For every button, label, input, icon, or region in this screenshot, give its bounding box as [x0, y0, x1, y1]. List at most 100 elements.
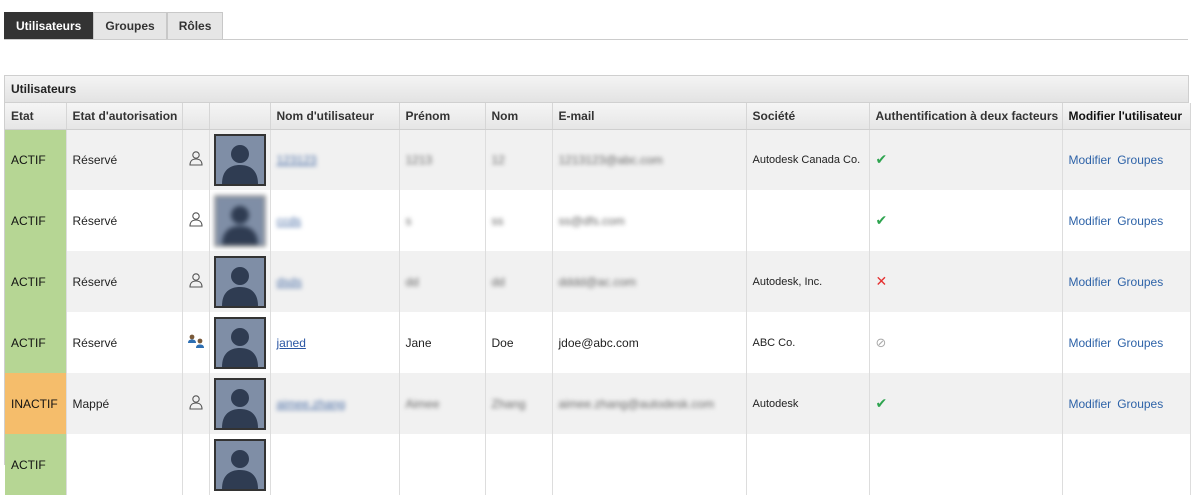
- users-panel: Utilisateurs Etat Etat d'autorisation No…: [4, 75, 1191, 495]
- avatar-cell: [209, 434, 271, 495]
- first-name-cell: 1213: [399, 129, 486, 190]
- email-cell: aimee.zhang@autodesk.com: [552, 373, 747, 434]
- avatar-cell: [209, 312, 271, 373]
- modify-link[interactable]: Modifier: [1069, 397, 1112, 411]
- auth-state-cell: Réservé: [66, 129, 183, 190]
- col-auth-state[interactable]: Etat d'autorisation: [66, 103, 183, 130]
- two-factor-cell: ✔: [869, 373, 1063, 434]
- groups-link[interactable]: Groupes: [1117, 214, 1163, 228]
- username-cell: janed: [270, 312, 400, 373]
- user-type-cell: [182, 190, 210, 251]
- company-cell: Autodesk: [746, 373, 870, 434]
- first-name-cell: dd: [399, 251, 486, 312]
- last-name-cell: Doe: [485, 312, 553, 373]
- user-type-cell: [182, 129, 210, 190]
- username-link[interactable]: 123123: [277, 153, 317, 167]
- table-row: ACTIF: [5, 434, 1191, 495]
- avatar: [213, 255, 266, 308]
- username-cell: aimee.zhang: [270, 373, 400, 434]
- status-cell: ACTIF: [5, 129, 67, 190]
- status-text: ACTIF: [11, 152, 46, 167]
- first-name-cell: Aimee: [399, 373, 486, 434]
- col-type: [182, 103, 210, 130]
- status-cell: ACTIF: [5, 312, 67, 373]
- status-text: ACTIF: [11, 213, 46, 228]
- auth-state-cell: Réservé: [66, 312, 183, 373]
- modify-link[interactable]: Modifier: [1069, 336, 1112, 350]
- groups-link[interactable]: Groupes: [1117, 336, 1163, 350]
- col-two-factor[interactable]: Authentification à deux facteurs: [869, 103, 1063, 130]
- groups-link[interactable]: Groupes: [1117, 397, 1163, 411]
- tab-groups[interactable]: Groupes: [93, 12, 167, 39]
- col-first-name[interactable]: Prénom: [399, 103, 486, 130]
- col-email[interactable]: E-mail: [552, 103, 747, 130]
- email-cell: 1213123@abc.com: [552, 129, 747, 190]
- col-etat[interactable]: Etat: [5, 103, 67, 130]
- two-factor-cell: ⊘: [869, 312, 1063, 373]
- username-link[interactable]: dsds: [277, 275, 302, 289]
- two-factor-cell: ✕: [869, 251, 1063, 312]
- company-cell: [746, 434, 870, 495]
- check-icon: ✔: [875, 395, 888, 411]
- username-cell: dsds: [270, 251, 400, 312]
- username-cell: ccds: [270, 190, 400, 251]
- tab-bar: Utilisateurs Groupes Rôles: [4, 12, 224, 39]
- check-icon: ✔: [875, 151, 888, 168]
- last-name-cell: ss: [485, 190, 553, 251]
- avatar: [213, 194, 266, 247]
- two-factor-cell: [869, 434, 1063, 495]
- groups-link[interactable]: Groupes: [1117, 275, 1163, 289]
- first-name-cell: [399, 434, 486, 495]
- status-cell: ACTIF: [5, 251, 67, 312]
- avatar-cell: [209, 129, 271, 190]
- two-factor-cell: ✔: [869, 129, 1063, 190]
- company-cell: ABC Co.: [746, 312, 870, 373]
- email-cell: dddd@ac.com: [552, 251, 747, 312]
- col-last-name[interactable]: Nom: [485, 103, 553, 130]
- cross-icon: ✕: [875, 273, 888, 289]
- user-type-cell: [182, 251, 210, 312]
- table-row: INACTIF Mappé aimee.zhang Aimee Zhang aimee.z…: [5, 373, 1191, 434]
- groups-link[interactable]: Groupes: [1117, 153, 1163, 167]
- username-link[interactable]: janed: [277, 336, 306, 350]
- status-cell: INACTIF: [5, 373, 67, 434]
- table-row: ACTIF Réservé 123123 1213 12 1213123@abc.com A…: [5, 129, 1191, 190]
- email-cell: ss@dfs.com: [552, 190, 747, 251]
- tab-users[interactable]: Utilisateurs: [4, 12, 94, 39]
- avatar-cell: [209, 251, 271, 312]
- status-cell: ACTIF: [5, 190, 67, 251]
- status-cell: ACTIF: [5, 434, 67, 495]
- col-username[interactable]: Nom d'utilisateur: [270, 103, 400, 130]
- user-type-cell: [182, 434, 210, 495]
- company-cell: Autodesk Canada Co.: [746, 129, 870, 190]
- users-table: Etat Etat d'autorisation Nom d'utilisate…: [5, 103, 1191, 495]
- username-link[interactable]: ccds: [277, 214, 302, 228]
- check-icon: ✔: [875, 212, 888, 228]
- email-cell: jdoe@abc.com: [552, 312, 747, 373]
- last-name-cell: [485, 434, 553, 495]
- user-icon: [188, 395, 204, 413]
- modify-link[interactable]: Modifier: [1069, 275, 1112, 289]
- auth-state-cell: Réservé: [66, 251, 183, 312]
- last-name-cell: 12: [485, 129, 553, 190]
- edit-actions-cell: Modifier Groupes: [1062, 129, 1191, 190]
- first-name-cell: Jane: [399, 312, 486, 373]
- modify-link[interactable]: Modifier: [1069, 214, 1112, 228]
- tab-roles[interactable]: Rôles: [166, 12, 224, 39]
- username-cell: [270, 434, 400, 495]
- header-row: Etat Etat d'autorisation Nom d'utilisate…: [5, 103, 1191, 130]
- email-cell: [552, 434, 747, 495]
- avatar-cell: [209, 373, 271, 434]
- company-cell: Autodesk, Inc.: [746, 251, 870, 312]
- username-link[interactable]: aimee.zhang: [277, 397, 346, 411]
- table-row: ACTIF Réservé janed Jane Doe jdoe@abc.com ABC …: [5, 312, 1191, 373]
- col-company[interactable]: Société: [746, 103, 870, 130]
- user-icon: [188, 273, 204, 291]
- col-edit-user: Modifier l'utilisateur: [1062, 103, 1191, 130]
- status-text: ACTIF: [11, 457, 46, 472]
- modify-link[interactable]: Modifier: [1069, 153, 1112, 167]
- table-row: ACTIF Réservé ccds s ss ss@dfs.com ✔ Modifier Gr…: [5, 190, 1191, 251]
- edit-actions-cell: Modifier Groupes: [1062, 373, 1191, 434]
- panel-title: Utilisateurs: [5, 76, 1188, 103]
- table-row: ACTIF Réservé dsds dd dd dddd@ac.com Autodesk,…: [5, 251, 1191, 312]
